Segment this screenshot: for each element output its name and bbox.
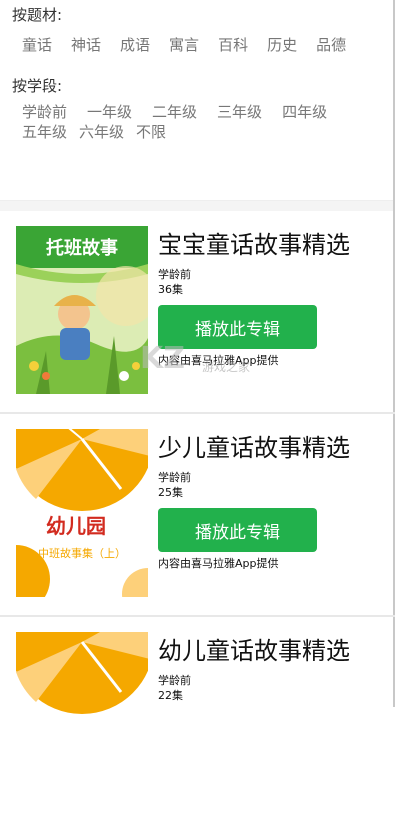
album-stage: 学龄前 [158, 268, 191, 281]
album-cover-image[interactable] [16, 632, 148, 800]
stage-tag-grade3[interactable]: 三年级 [217, 102, 262, 122]
topic-tag-history[interactable]: 历史 [267, 35, 297, 55]
album-episode-count: 36集 [158, 283, 183, 296]
album-title[interactable]: 宝宝童话故事精选 [158, 225, 350, 260]
topic-tag-encyclopedia[interactable]: 百科 [218, 35, 248, 55]
topic-tags: 童话 神话 成语 寓言 百科 历史 品德 [12, 35, 395, 55]
album-stage: 学龄前 [158, 674, 191, 687]
album-title[interactable]: 少儿童话故事精选 [158, 428, 350, 463]
topic-tag-fairy-tale[interactable]: 童话 [22, 35, 52, 55]
play-album-button[interactable]: 播放此专辑 [158, 508, 317, 552]
section-divider [0, 200, 395, 211]
stage-tag-grade5[interactable]: 五年级 [22, 122, 67, 142]
album-episode-count: 22集 [158, 689, 183, 702]
cover-illustration [16, 632, 148, 800]
filter-panel: 按题材: 童话 神话 成语 寓言 百科 历史 品德 按学段: 学龄前 一年级 二… [0, 0, 395, 200]
album-cover-image[interactable]: 幼儿园 中班故事集（上） [16, 429, 148, 597]
cover-illustration: 幼儿园 中班故事集（上） [16, 429, 148, 597]
topic-filter-label: 按题材: [12, 6, 63, 24]
content-credit: 内容由喜马拉雅App提供 [158, 557, 279, 570]
topic-tag-fable[interactable]: 寓言 [169, 35, 199, 55]
stage-filter-label: 按学段: [12, 77, 63, 95]
stage-tag-grade1[interactable]: 一年级 [87, 102, 132, 122]
album-stage: 学龄前 [158, 471, 191, 484]
stage-tag-grade2[interactable]: 二年级 [152, 102, 197, 122]
album-cover-image[interactable]: 托班故事 [16, 226, 148, 394]
stage-tag-grade4[interactable]: 四年级 [282, 102, 327, 122]
cover-title-text: 幼儿园 [46, 514, 106, 538]
play-album-button[interactable]: 播放此专辑 [158, 305, 317, 349]
album-episode-count: 25集 [158, 486, 183, 499]
album-title[interactable]: 幼儿童话故事精选 [158, 631, 350, 666]
stage-tag-unlimited[interactable]: 不限 [136, 122, 166, 142]
album-card: 幼儿园 中班故事集（上） 少儿童话故事精选 学龄前 25集 播放此专辑 内容由喜… [0, 414, 395, 617]
cover-illustration: 托班故事 [16, 226, 148, 394]
content-credit: 内容由喜马拉雅App提供 [158, 354, 279, 367]
topic-tag-myth[interactable]: 神话 [71, 35, 101, 55]
album-card: 托班故事 宝宝童话故事精选 学龄前 36集 播放此专辑 内容由喜马拉雅App提供 [0, 211, 395, 414]
cover-title-text: 托班故事 [46, 237, 118, 259]
album-card: 幼儿童话故事精选 学龄前 22集 [0, 617, 395, 820]
cover-subtitle-text: 中班故事集（上） [38, 546, 126, 560]
topic-tag-morality[interactable]: 品德 [316, 35, 346, 55]
topic-tag-idiom[interactable]: 成语 [120, 35, 150, 55]
stage-tag-grade6[interactable]: 六年级 [79, 122, 124, 142]
stage-tags-row1: 学龄前 一年级 二年级 三年级 四年级 [12, 102, 395, 122]
stage-tag-preschool[interactable]: 学龄前 [22, 102, 67, 122]
stage-tags-row2: 五年级 六年级 不限 [12, 122, 395, 142]
